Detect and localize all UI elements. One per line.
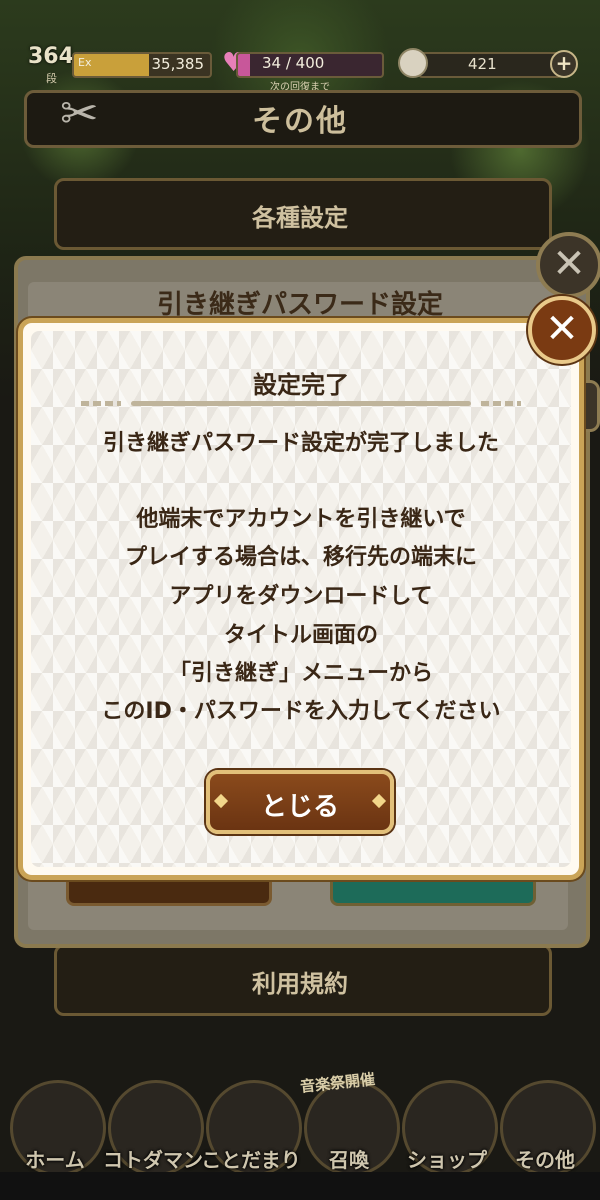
close-button[interactable]: とじる [206,770,394,834]
exp-value: 35,385 [151,55,205,73]
instruction-line-6: このID・パスワードを入力してください [101,699,501,724]
instruction-line-2: プレイする場合は、移行先の端末に [124,545,477,570]
dialog-title: 設定完了 [253,371,349,399]
page-title: その他 [252,104,348,139]
level-value: 364 [28,44,74,69]
nav-shop-label[interactable]: ショップ [397,1144,497,1173]
close-button-label: とじる [260,792,339,822]
footer-bar [0,1172,600,1200]
coin-icon [398,48,428,78]
completion-message: 引き継ぎパスワード設定が完了しました [102,431,499,456]
password-settings-title: 引き継ぎパスワード設定 [156,290,443,320]
dialog-close-icon[interactable]: ✕ [528,296,596,364]
exp-label: Ex [78,56,92,69]
panel-close-icon[interactable]: ✕ [536,232,600,298]
instruction-line-1: 他端末でアカウントを引き継いで [136,507,466,532]
nav-kotodaman-label[interactable]: コトダマン [103,1144,203,1173]
instruction-line-3: アプリをダウンロードして [169,584,433,609]
instruction-line-4: タイトル画面の [223,623,378,648]
nav-home-label[interactable]: ホーム [5,1144,105,1173]
divider-left-dashes [81,401,121,406]
level-unit: 段 [46,72,57,85]
nav-summon-label[interactable]: 召喚 [299,1144,399,1173]
add-currency-button[interactable]: + [550,50,578,78]
title-divider [131,401,471,406]
stamina-bar-fill [238,54,250,76]
divider-right-dashes [481,401,521,406]
terms-menu-label: 利用規約 [252,970,348,998]
settings-menu-label: 各種設定 [252,204,348,232]
stamina-value: 34 / 400 [262,54,325,72]
instruction-line-5: 「引き継ぎ」メニューから [168,661,433,686]
currency-value: 421 [468,55,497,73]
nav-kotodamari-label[interactable]: ことだまり [201,1144,301,1173]
nav-other-label[interactable]: その他 [495,1144,595,1173]
exp-bar: 35,385 [72,52,212,78]
